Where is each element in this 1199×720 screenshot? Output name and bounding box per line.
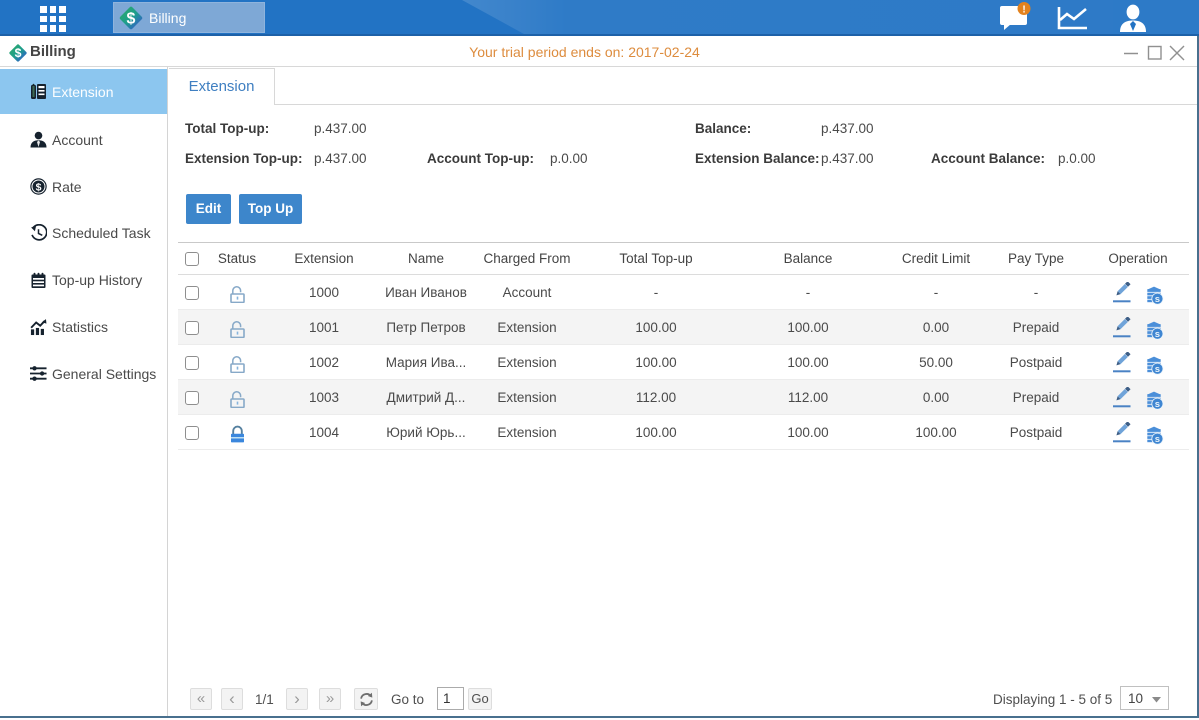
svg-text:s: s <box>1155 329 1160 340</box>
svg-text:s: s <box>1155 434 1160 445</box>
svg-text:s: s <box>1155 294 1160 305</box>
svg-text:$: $ <box>127 10 136 27</box>
svg-text:$: $ <box>36 182 42 194</box>
svg-text:!: ! <box>1022 5 1025 16</box>
svg-text:s: s <box>1155 399 1160 410</box>
svg-text:s: s <box>1155 364 1160 375</box>
